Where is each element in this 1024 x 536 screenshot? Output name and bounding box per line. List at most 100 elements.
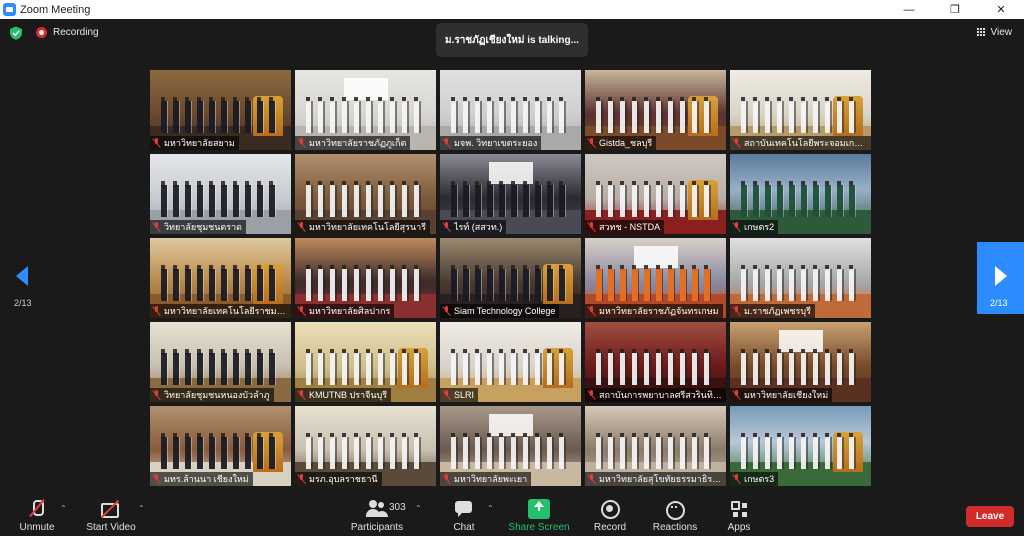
attendees-group: [161, 185, 280, 217]
participant-tile[interactable]: มทร.ล้านนา เชียงใหม่: [150, 406, 291, 486]
participant-tile[interactable]: มหาวิทยาลัยราชภัฏภูเก็ต: [295, 70, 436, 150]
participant-tile[interactable]: มหาวิทยาลัยศิลปากร: [295, 238, 436, 318]
start-video-button[interactable]: Start Video: [84, 493, 138, 536]
attendees-group: [161, 437, 280, 469]
microphone-muted-icon: [443, 474, 450, 484]
microphone-muted-icon: [153, 222, 160, 232]
microphone-muted-icon: [298, 222, 305, 232]
leave-button[interactable]: Leave: [966, 506, 1014, 527]
participants-count: 303: [389, 502, 406, 513]
chat-label: Chat: [453, 522, 475, 533]
microphone-muted-icon: [443, 390, 450, 400]
attendees-group: [741, 185, 860, 217]
attendees-group: [306, 269, 425, 301]
reactions-button[interactable]: Reactions: [651, 493, 699, 536]
participant-name: มรภ.อุบลราชธานี: [309, 474, 378, 484]
participants-label: Participants: [350, 522, 404, 533]
microphone-muted-icon: [443, 222, 450, 232]
microphone-muted-icon: [733, 138, 740, 148]
participant-name: สวทช - NSTDA: [599, 222, 661, 232]
arrow-left-icon: [16, 266, 28, 286]
participant-nameplate: มทร.ล้านนา เชียงใหม่: [150, 472, 253, 486]
participant-tile[interactable]: มหาวิทยาลัยเทคโนโลยีสุรนารี: [295, 154, 436, 234]
participant-tile[interactable]: มหาวิทยาลัยเชียงใหม่: [730, 322, 871, 402]
microphone-muted-icon: [153, 474, 160, 484]
attendees-group: [306, 101, 425, 133]
attendees-group: [451, 353, 570, 385]
participant-nameplate: มหาวิทยาลัยราชภัฏภูเก็ต: [295, 136, 411, 150]
microphone-muted-icon: [298, 138, 305, 148]
close-icon[interactable]: ✕: [978, 0, 1024, 19]
grid-view-icon: [976, 28, 986, 37]
audio-options-caret-icon[interactable]: ⌃: [60, 504, 67, 513]
participant-tile[interactable]: Gistda_ชลบุรี: [585, 70, 726, 150]
participant-tile[interactable]: มหาวิทยาลัยราชภัฏจันทรเกษม: [585, 238, 726, 318]
participant-name: มหาวิทยาลัยเทคโนโลยีสุรนารี: [309, 222, 427, 232]
participant-tile[interactable]: สถาบันเทคโนโลยีพระจอมเกล้า...: [730, 70, 871, 150]
participants-button[interactable]: Participants: [348, 493, 406, 536]
participant-tile[interactable]: มหาวิทยาลัยสุโขทัยธรรมาธิราช: [585, 406, 726, 486]
participants-options-caret-icon[interactable]: ⌃: [415, 504, 422, 513]
participant-nameplate: มหาวิทยาลัยเทคโนโลยีสุรนารี: [295, 220, 431, 234]
participant-name: Gistda_ชลบุรี: [599, 138, 653, 148]
maximize-icon[interactable]: ❐: [932, 0, 978, 19]
microphone-muted-icon: [733, 390, 740, 400]
window-titlebar: Zoom Meeting — ❐ ✕: [0, 0, 1024, 19]
chat-button[interactable]: Chat: [450, 493, 478, 536]
apps-button[interactable]: Apps: [724, 493, 754, 536]
recording-indicator[interactable]: Recording: [36, 27, 99, 38]
participant-nameplate: มรภ.อุบลราชธานี: [295, 472, 382, 486]
participant-tile[interactable]: สถาบันการพยาบาลศรีสวรินทิรา...: [585, 322, 726, 402]
participant-name: มทร.ล้านนา เชียงใหม่: [164, 474, 249, 484]
next-page-button[interactable]: 2/13: [977, 242, 1024, 314]
microphone-muted-icon: [298, 306, 305, 316]
participant-tile[interactable]: ไรท์ (สสวท.): [440, 154, 581, 234]
microphone-muted-icon: [298, 390, 305, 400]
attendees-group: [741, 101, 860, 133]
participant-tile[interactable]: มจพ. วิทยาเขตระยอง: [440, 70, 581, 150]
previous-page-button[interactable]: 2/13: [0, 242, 46, 314]
participant-tile[interactable]: เกษตร2: [730, 154, 871, 234]
microphone-muted-icon: [733, 474, 740, 484]
security-shield-icon[interactable]: [9, 26, 23, 40]
participant-nameplate: SLRI: [440, 388, 479, 402]
window-title: Zoom Meeting: [20, 3, 91, 16]
gallery-view: มหาวิทยาลัยสยาม มหาวิทยาลัยราชภัฏภูเก็ต มจ…: [150, 70, 871, 486]
participant-nameplate: มหาวิทยาลัยสุโขทัยธรรมาธิราช: [585, 472, 726, 486]
participant-tile[interactable]: ม.ราชภัฏเพชรบุรี: [730, 238, 871, 318]
microphone-muted-icon: [733, 306, 740, 316]
microphone-muted-icon: [443, 306, 450, 316]
microphone-muted-icon: [733, 222, 740, 232]
microphone-muted-icon: [153, 306, 160, 316]
participant-tile[interactable]: วิทยาลัยชุมชนตราด: [150, 154, 291, 234]
microphone-muted-icon: [588, 474, 595, 484]
unmute-button[interactable]: Unmute: [16, 493, 58, 536]
participant-nameplate: สถาบันเทคโนโลยีพระจอมเกล้า...: [730, 136, 871, 150]
share-screen-button[interactable]: Share Screen: [508, 493, 570, 536]
participant-tile[interactable]: มหาวิทยาลัยสยาม: [150, 70, 291, 150]
participant-tile[interactable]: Siam Technology College: [440, 238, 581, 318]
recording-dot-icon: [36, 27, 47, 38]
record-icon: [599, 499, 621, 519]
view-button[interactable]: View: [976, 27, 1012, 38]
participant-tile[interactable]: มหาวิทยาลัยเทคโนโลยีราชมงคล...: [150, 238, 291, 318]
participant-tile[interactable]: SLRI: [440, 322, 581, 402]
minimize-icon[interactable]: —: [886, 0, 932, 19]
participant-name: วิทยาลัยชุมชนหนองบัวลำภู: [164, 390, 270, 400]
window-controls: — ❐ ✕: [886, 0, 1024, 19]
participant-nameplate: ไรท์ (สสวท.): [440, 220, 507, 234]
participants-icon: [366, 499, 388, 519]
participant-name: เกษตร2: [744, 222, 775, 232]
participant-tile[interactable]: KMUTNB ปราจีนบุรี: [295, 322, 436, 402]
recording-label: Recording: [53, 27, 99, 38]
video-options-caret-icon[interactable]: ⌃: [138, 504, 145, 513]
chat-options-caret-icon[interactable]: ⌃: [487, 504, 494, 513]
participant-tile[interactable]: สวทช - NSTDA: [585, 154, 726, 234]
participant-tile[interactable]: มหาวิทยาลัยพะเยา: [440, 406, 581, 486]
record-button[interactable]: Record: [592, 493, 628, 536]
attendees-group: [596, 269, 715, 301]
participant-name: มจพ. วิทยาเขตระยอง: [454, 138, 538, 148]
participant-tile[interactable]: มรภ.อุบลราชธานี: [295, 406, 436, 486]
participant-tile[interactable]: วิทยาลัยชุมชนหนองบัวลำภู: [150, 322, 291, 402]
participant-tile[interactable]: เกษตร3: [730, 406, 871, 486]
